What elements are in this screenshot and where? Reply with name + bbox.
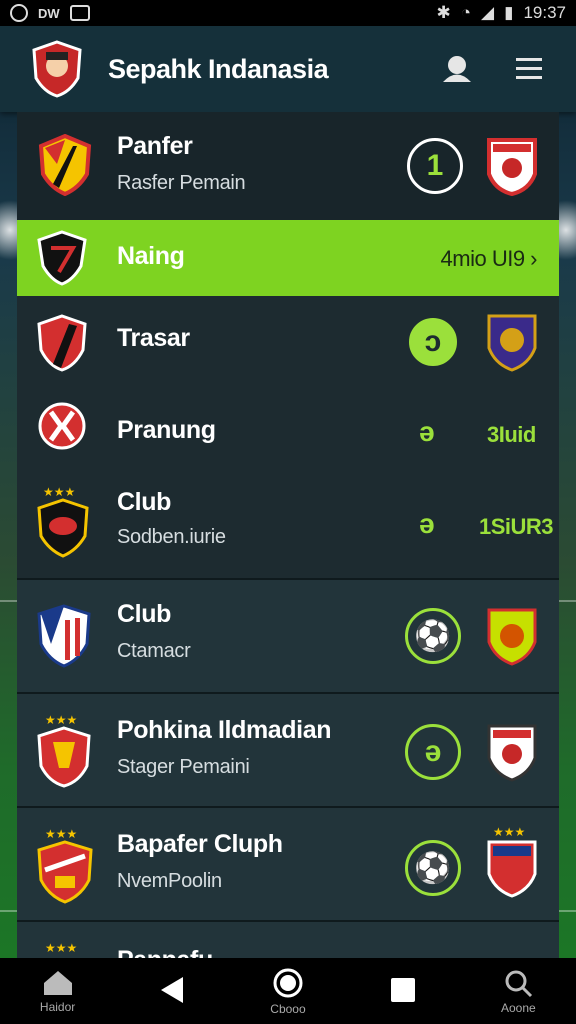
svg-text:★★★: ★★★ — [493, 825, 525, 839]
list-item[interactable]: Pranung ə 3Iuid — [17, 386, 559, 472]
team-crest-icon — [38, 134, 92, 196]
menu-button[interactable] — [512, 54, 546, 84]
list-item[interactable]: Panfer Rasfer Pemain 1 — [17, 112, 559, 220]
recents-icon — [391, 977, 416, 1002]
app-title: Sepahk Indanasia — [108, 53, 329, 84]
nav-label: Haidor — [39, 999, 76, 1014]
svg-text:★★★: ★★★ — [45, 941, 77, 955]
team-subtitle: Rasfer Pemain — [117, 172, 246, 194]
rank-badge: ə — [419, 416, 435, 447]
profile-icon — [443, 56, 471, 82]
search-icon — [505, 970, 533, 997]
image-icon — [69, 5, 90, 21]
team-score: 3Iuid — [487, 422, 536, 447]
team-crest-icon: ★★★ — [37, 713, 91, 788]
svg-text:★★★: ★★★ — [45, 713, 77, 727]
nav-home-circle[interactable]: Cbooo — [243, 967, 333, 1016]
list-item[interactable]: ★★★ Club Sodben.iurie ə 1SiUR3 — [17, 472, 559, 578]
list-item-selected[interactable]: Naing 4mio UI9 › — [17, 220, 559, 296]
team-subtitle: Ctamacr — [117, 640, 191, 662]
team-crest-icon — [37, 604, 91, 668]
opponent-crest-icon — [487, 314, 537, 372]
team-name: Club — [117, 600, 171, 628]
team-score: 1SiUR3 — [479, 514, 554, 539]
status-bar: DW ✱ ◔ ◢ ▮ 19:37 — [0, 0, 576, 26]
svg-text:★★★: ★★★ — [43, 485, 75, 499]
team-crest-icon: ★★★ — [37, 485, 89, 558]
rank-badge: ə — [405, 724, 461, 780]
status-left-text: DW — [38, 5, 60, 21]
back-icon — [160, 976, 183, 1003]
nav-recents[interactable] — [358, 976, 448, 1007]
rank-badge: ⚽ — [405, 840, 461, 896]
team-name: Pranung — [117, 416, 216, 444]
team-crest-icon — [37, 230, 87, 286]
nav-search[interactable]: Aoone — [473, 968, 563, 1015]
team-name: Panfer — [117, 132, 193, 160]
team-subtitle: Stager Pemaini — [117, 756, 250, 778]
team-crest-icon — [38, 402, 86, 450]
nav-label: Cbooo — [270, 1001, 306, 1016]
status-time: 19:37 — [523, 3, 566, 22]
team-name: Trasar — [117, 324, 190, 352]
team-crest-icon — [37, 314, 87, 372]
team-list: Panfer Rasfer Pemain 1 Naing 4mio UI9 › … — [17, 112, 559, 958]
team-crest-icon: ★★★ — [37, 827, 93, 904]
navigation-bar: Haidor Cbooo Aoone — [0, 958, 576, 1024]
opponent-crest-icon: ★★★ — [487, 825, 537, 898]
app-logo — [32, 40, 82, 98]
team-crest-icon: ★★★ — [45, 941, 77, 955]
app-bar: Sepahk Indanasia — [0, 26, 576, 112]
wifi-icon: ◔ — [460, 3, 472, 22]
profile-button[interactable] — [440, 54, 474, 84]
rank-badge: ɔ — [409, 318, 457, 366]
list-item[interactable]: ★★★ Pannafu — [17, 920, 559, 958]
menu-icon — [516, 58, 542, 79]
opponent-crest-icon — [487, 724, 537, 782]
rank-badge: ə — [419, 508, 435, 539]
team-name: Club — [117, 488, 171, 516]
home-icon — [43, 970, 72, 995]
nav-label: Aoone — [500, 1000, 536, 1015]
rank-badge: ⚽ — [405, 608, 461, 664]
bluetooth-icon: ✱ — [436, 3, 451, 22]
team-name: Naing — [117, 242, 185, 270]
signal-icon: ◢ — [481, 3, 495, 22]
home-circle-icon — [273, 968, 303, 997]
nav-back[interactable] — [128, 975, 218, 1008]
list-item[interactable]: Club Ctamacr ⚽ — [17, 578, 559, 692]
team-name: Bapafer Cluph — [117, 830, 283, 858]
opponent-crest-icon — [487, 608, 537, 666]
opponent-crest-icon — [487, 138, 537, 196]
battery-icon: ▮ — [504, 3, 514, 22]
team-name: Pohkina Ildmadian — [117, 716, 332, 744]
svg-text:★★★: ★★★ — [45, 827, 77, 841]
nav-home[interactable]: Haidor — [13, 969, 103, 1014]
team-name: Pannafu — [117, 946, 213, 958]
sync-icon — [10, 4, 28, 22]
list-item[interactable]: ★★★ Pohkina Ildmadian Stager Pemaini ə — [17, 692, 559, 806]
team-stat: 4mio UI9 › — [440, 246, 538, 271]
list-item[interactable]: Trasar ɔ — [17, 296, 559, 386]
team-subtitle: Sodben.iurie — [117, 526, 226, 548]
team-subtitle: NvemPoolin — [117, 870, 222, 892]
list-item[interactable]: ★★★ Bapafer Cluph NvemPoolin ⚽ ★★★ — [17, 806, 559, 920]
rank-badge: 1 — [407, 138, 463, 194]
